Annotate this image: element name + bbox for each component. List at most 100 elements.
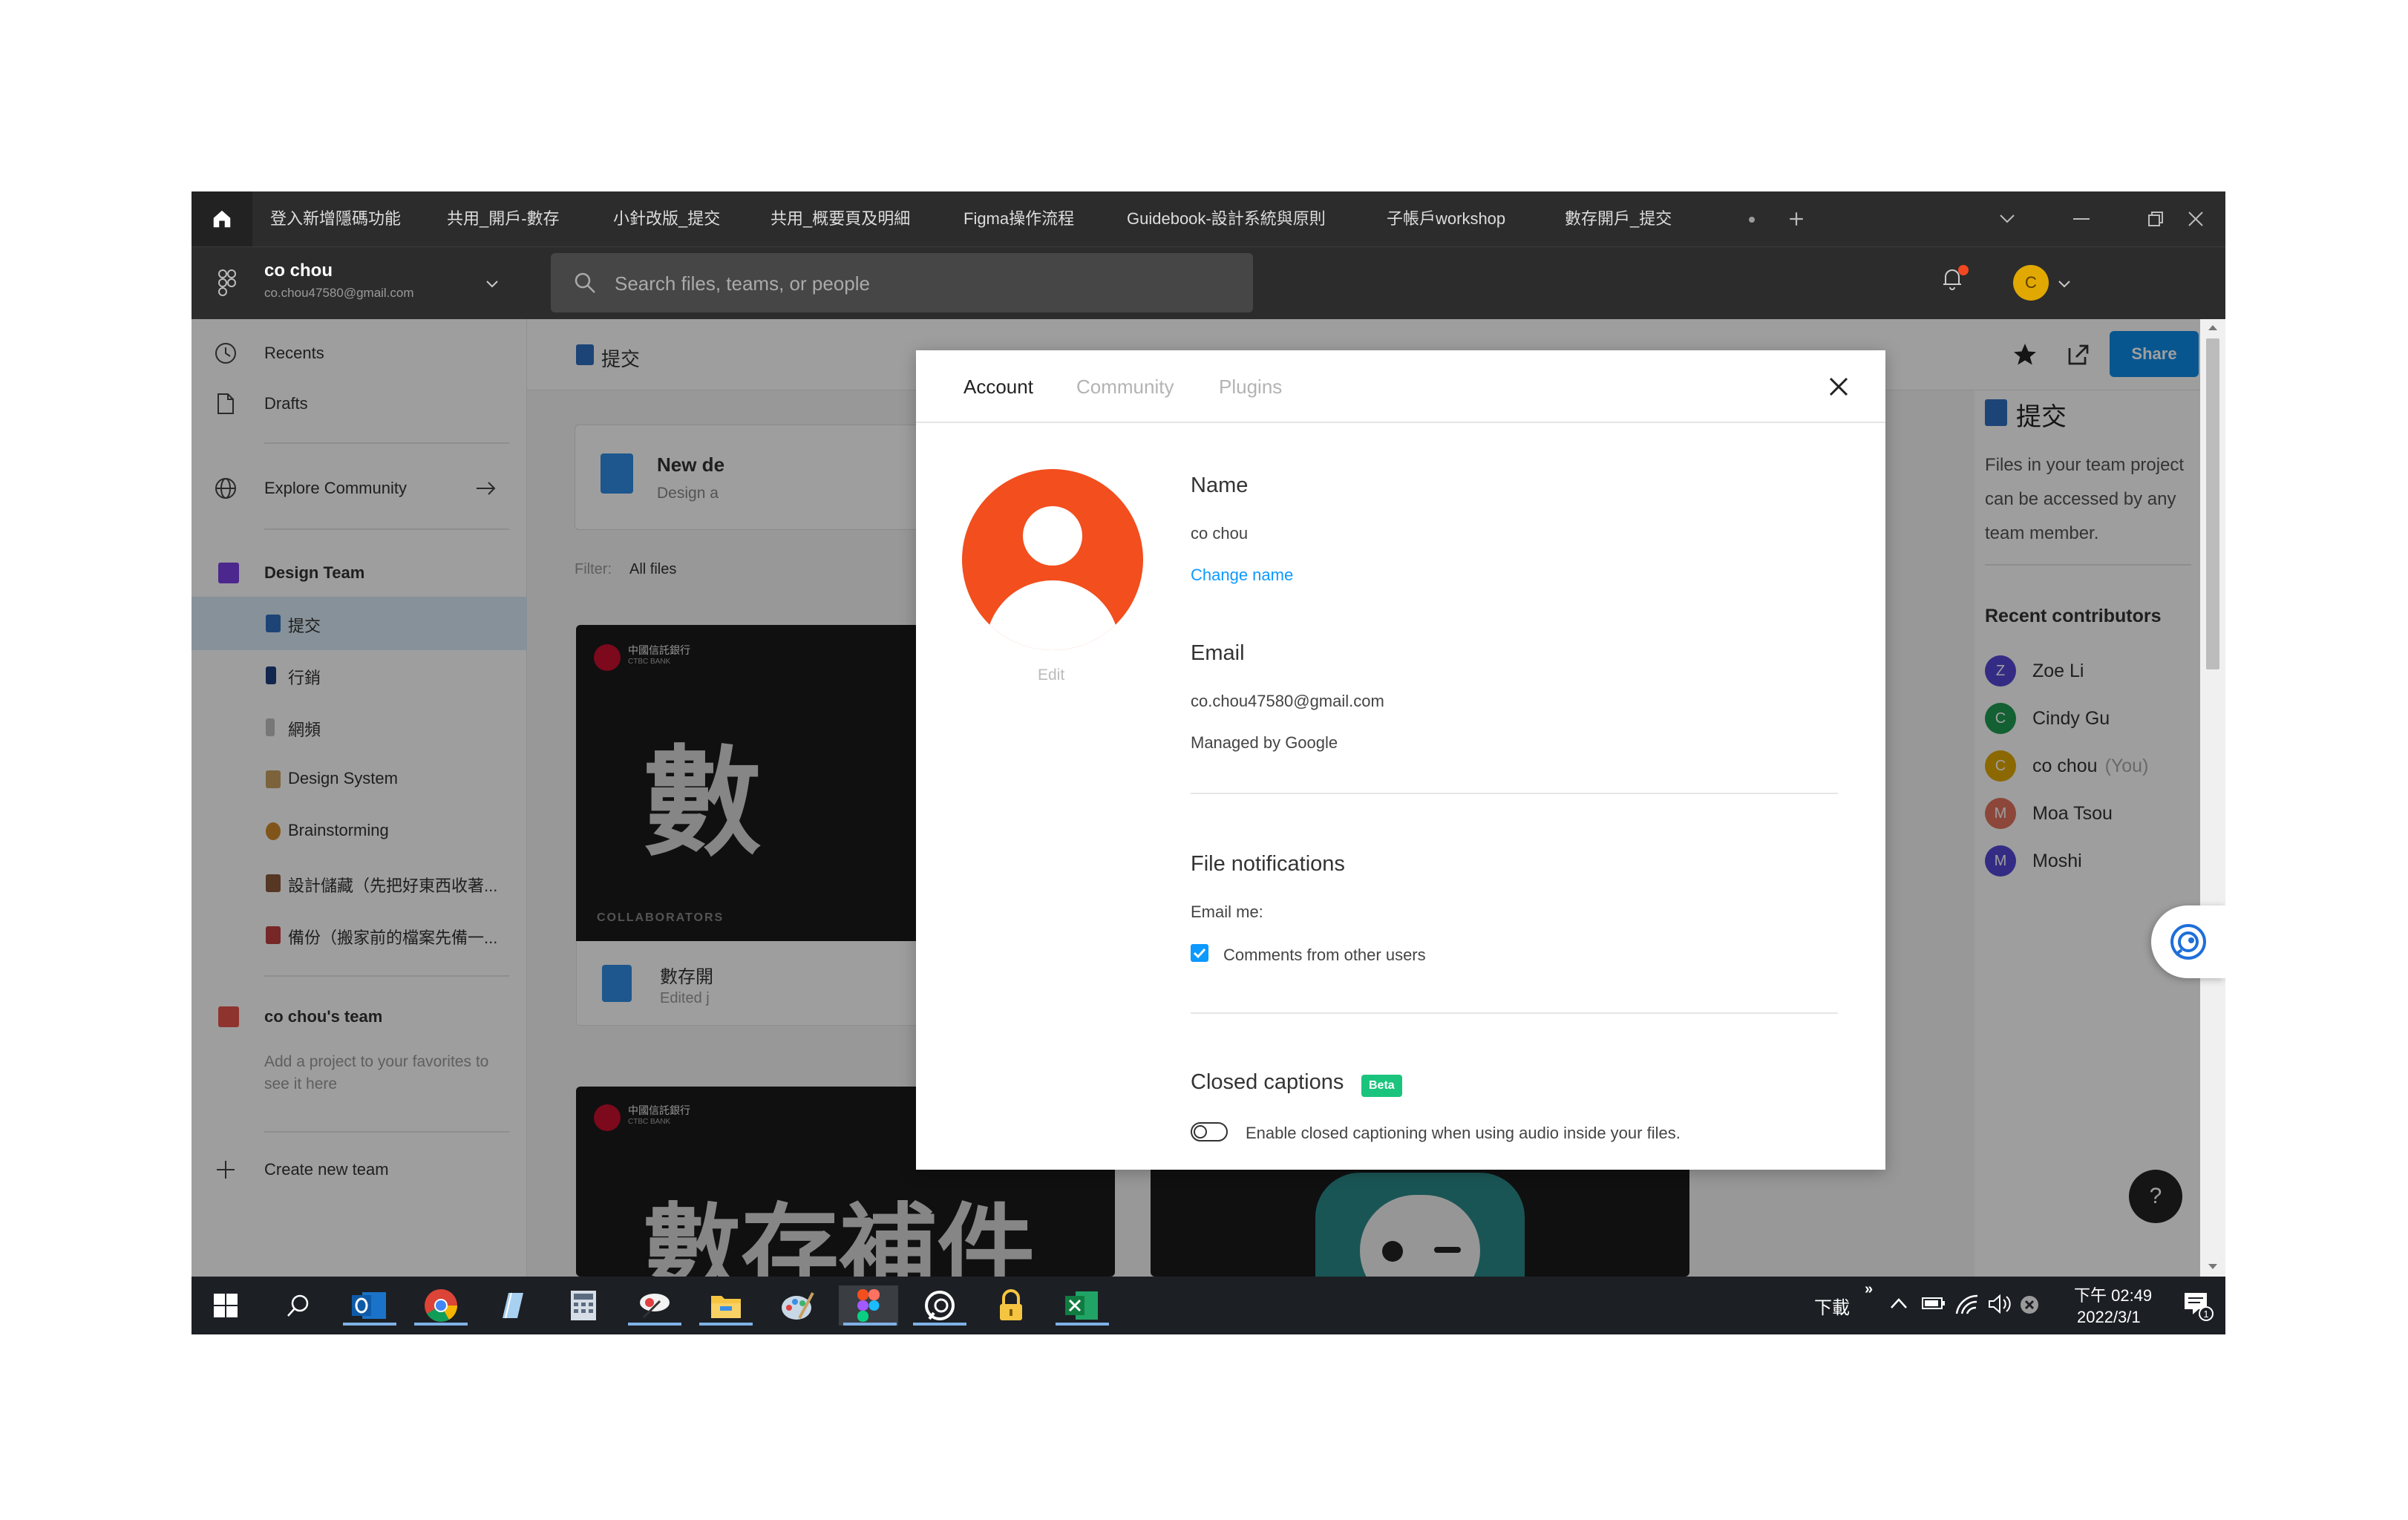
- search-input[interactable]: Search files, teams, or people: [615, 272, 870, 295]
- plus-icon: [1790, 212, 1803, 226]
- taskbar-security-app[interactable]: [990, 1285, 1032, 1326]
- minimize-button[interactable]: [2052, 191, 2111, 246]
- profile-avatar[interactable]: [962, 469, 1143, 650]
- home-button[interactable]: [192, 191, 252, 246]
- taskbar-file-explorer[interactable]: [699, 1285, 753, 1326]
- chat-assistant-button[interactable]: [2151, 905, 2225, 978]
- account-name[interactable]: co chou: [264, 261, 333, 281]
- scroll-up-icon[interactable]: [2208, 324, 2218, 331]
- chevron-down-icon[interactable]: [2058, 280, 2071, 289]
- file-tab[interactable]: 數存開戶_提交: [1565, 191, 1672, 246]
- chat-bubble-icon: [2170, 924, 2206, 960]
- change-name-link[interactable]: Change name: [1191, 566, 1293, 585]
- account-settings-modal: Account Community Plugins Edit Name co c…: [916, 350, 1885, 1170]
- running-indicator: [628, 1323, 681, 1326]
- file-tab[interactable]: Figma操作流程: [963, 191, 1074, 246]
- wifi-icon[interactable]: [1955, 1293, 1979, 1315]
- beta-badge: Beta: [1361, 1075, 1402, 1097]
- taskbar-excel[interactable]: [1056, 1285, 1109, 1326]
- running-indicator: [699, 1323, 753, 1326]
- tab-community[interactable]: Community: [1076, 376, 1174, 399]
- running-indicator: [343, 1323, 396, 1326]
- search-icon: [287, 1294, 309, 1317]
- new-tab-button[interactable]: [1767, 191, 1826, 246]
- snipping-tool-icon: [640, 1294, 670, 1319]
- download-label[interactable]: 下載: [1814, 1293, 1850, 1319]
- file-tab[interactable]: 子帳戶workshop: [1387, 191, 1505, 246]
- toolbar-overflow-icon[interactable]: »: [1865, 1281, 1873, 1298]
- volume-icon[interactable]: [1988, 1293, 2012, 1315]
- comments-checkbox-label[interactable]: Comments from other users: [1223, 946, 1426, 965]
- start-button[interactable]: [205, 1285, 246, 1326]
- tab-account[interactable]: Account: [963, 376, 1033, 399]
- scroll-down-icon[interactable]: [2208, 1263, 2218, 1271]
- chevron-up-icon[interactable]: [1890, 1297, 1908, 1309]
- search-bar[interactable]: Search files, teams, or people: [551, 253, 1253, 312]
- close-icon: [2188, 212, 2203, 226]
- taskbar-chrome[interactable]: [414, 1285, 468, 1326]
- file-tab[interactable]: 共用_開戶-數存: [447, 191, 560, 246]
- search-icon: [575, 272, 595, 293]
- notifications-button[interactable]: [1939, 265, 1972, 298]
- captions-toggle[interactable]: [1191, 1122, 1228, 1141]
- unsaved-dot: [1749, 217, 1755, 223]
- battery-icon[interactable]: [1921, 1294, 1946, 1312]
- name-section-title: Name: [1191, 474, 1249, 497]
- running-indicator: [913, 1323, 966, 1326]
- tabs-dropdown-button[interactable]: [1977, 191, 2037, 246]
- action-center-button[interactable]: 1: [2182, 1290, 2214, 1321]
- notifications-section-title: File notifications: [1191, 852, 1345, 876]
- file-tab[interactable]: 小針改版_提交: [613, 191, 720, 246]
- tab-bar: 登入新增隱碼功能 共用_開戶-數存 小針改版_提交 共用_概要頁及明細 Figm…: [192, 191, 2225, 246]
- email-value: co.chou47580@gmail.com: [1191, 692, 1384, 710]
- taskbar-notes[interactable]: [491, 1285, 533, 1326]
- modal-divider: [1191, 793, 1838, 794]
- top-toolbar: co chou co.chou47580@gmail.com Search fi…: [192, 246, 2225, 319]
- windows-logo-icon: [214, 1294, 238, 1317]
- folder-icon: [711, 1296, 741, 1318]
- taskbar-chat-app[interactable]: [913, 1285, 966, 1326]
- edit-avatar-link[interactable]: Edit: [1038, 666, 1064, 684]
- taskbar-paint[interactable]: [776, 1285, 818, 1326]
- email-me-label: Email me:: [1191, 902, 1263, 921]
- scrollbar[interactable]: [2200, 319, 2225, 1277]
- notification-dot: [1958, 265, 1969, 275]
- comments-checkbox[interactable]: [1191, 944, 1208, 962]
- file-tab[interactable]: Guidebook-設計系統與原則: [1127, 191, 1326, 246]
- network-error-icon[interactable]: [2019, 1294, 2040, 1315]
- notification-count-badge: 1: [2199, 1306, 2214, 1321]
- tab-plugins[interactable]: Plugins: [1219, 376, 1282, 399]
- close-window-button[interactable]: [2166, 191, 2225, 246]
- file-tab[interactable]: 登入新增隱碼功能: [270, 191, 401, 246]
- taskbar-outlook[interactable]: [343, 1285, 396, 1326]
- taskbar-snipping[interactable]: [628, 1285, 681, 1326]
- running-indicator: [843, 1323, 897, 1326]
- calculator-icon: [571, 1291, 596, 1320]
- figma-icon: [857, 1289, 880, 1322]
- close-icon[interactable]: [1828, 376, 1850, 398]
- taskbar-calculator[interactable]: [563, 1285, 604, 1326]
- chrome-icon: [425, 1289, 457, 1322]
- clock-date[interactable]: 2022/3/1: [2077, 1308, 2141, 1327]
- running-indicator: [414, 1323, 468, 1326]
- excel-icon: [1065, 1291, 1098, 1320]
- file-tab[interactable]: 共用_概要頁及明細: [771, 191, 910, 246]
- lock-icon: [1000, 1289, 1022, 1320]
- user-avatar[interactable]: C: [2013, 265, 2049, 301]
- windows-taskbar: 下載 » 下午 02:49 2022/3/1 1: [192, 1277, 2225, 1334]
- account-email: co.chou47580@gmail.com: [264, 286, 414, 300]
- figma-window: 登入新增隱碼功能 共用_開戶-數存 小針改版_提交 共用_概要頁及明細 Figm…: [192, 191, 2225, 1334]
- chevron-down-icon[interactable]: [485, 280, 499, 289]
- clock-time[interactable]: 下午 02:49: [2074, 1282, 2152, 1306]
- minimize-icon: [2073, 218, 2090, 220]
- restore-icon: [2148, 212, 2163, 226]
- scrollbar-thumb[interactable]: [2206, 338, 2219, 669]
- figma-logo-icon: [218, 269, 236, 296]
- modal-tabs: Account Community Plugins: [916, 350, 1885, 423]
- chat-app-icon: [925, 1291, 955, 1320]
- running-indicator: [1056, 1323, 1109, 1326]
- captions-toggle-label[interactable]: Enable closed captioning when using audi…: [1246, 1124, 1681, 1143]
- taskbar-search-button[interactable]: [278, 1285, 319, 1326]
- managed-by-label: Managed by Google: [1191, 733, 1338, 752]
- taskbar-figma[interactable]: [839, 1285, 898, 1326]
